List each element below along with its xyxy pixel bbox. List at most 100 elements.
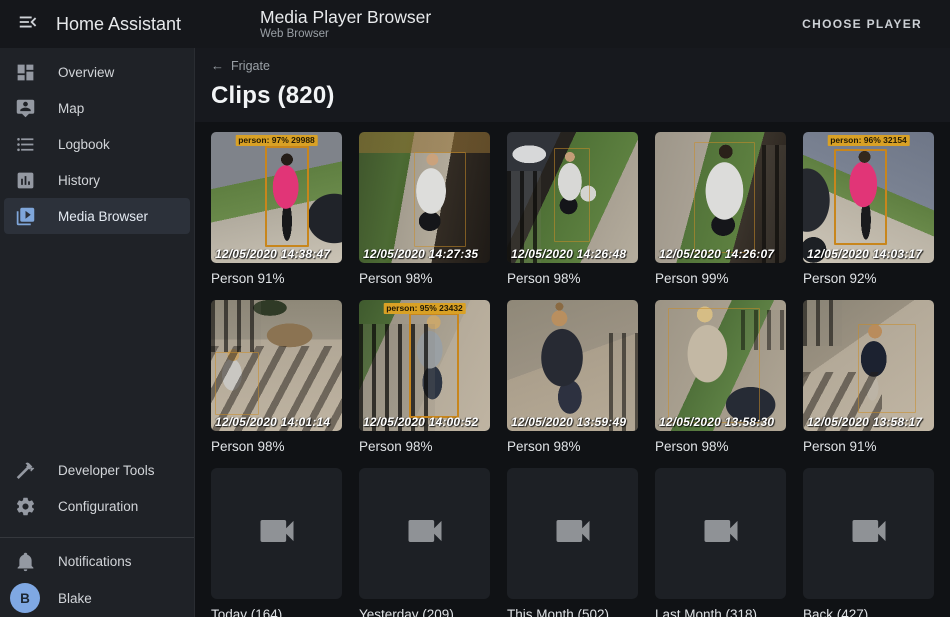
clip-tile[interactable]: 12/05/2020 13:59:49 Person 98%: [507, 300, 638, 468]
clip-timestamp: 12/05/2020 13:58:30: [659, 415, 774, 429]
clip-caption: Person 98%: [211, 439, 342, 458]
folder-thumbnail: [211, 468, 342, 599]
folder-tile-today[interactable]: Today (164): [211, 468, 342, 617]
clip-tile[interactable]: person: 96% 32154 12/05/2020 14:03:17 Pe…: [803, 132, 934, 300]
clip-caption: Person 91%: [211, 271, 342, 290]
folder-thumbnail: [507, 468, 638, 599]
clip-thumbnail: person: 96% 32154 12/05/2020 14:03:17: [803, 132, 934, 263]
folder-label: Yesterday (209): [359, 607, 490, 617]
clip-tile[interactable]: 12/05/2020 14:26:48 Person 98%: [507, 132, 638, 300]
play-box-multiple-icon: [13, 204, 37, 228]
sidebar-item-configuration[interactable]: Configuration: [4, 488, 190, 524]
detection-label: person: 97% 29988: [235, 135, 318, 146]
clip-thumbnail: 12/05/2020 14:27:35: [359, 132, 490, 263]
sidebar-item-user[interactable]: B Blake: [4, 579, 190, 617]
detection-label: person: 95% 23432: [383, 303, 466, 314]
detection-bbox: [668, 308, 760, 423]
content-header: ← Frigate Clips (820): [195, 48, 950, 122]
clip-thumbnail: 12/05/2020 14:01:14: [211, 300, 342, 431]
folder-tile-yesterday[interactable]: Yesterday (209): [359, 468, 490, 617]
page-heading: Clips (820): [211, 82, 934, 110]
clip-caption: Person 99%: [655, 271, 786, 290]
folder-thumbnail: [359, 468, 490, 599]
clip-tile[interactable]: 12/05/2020 13:58:30 Person 98%: [655, 300, 786, 468]
clip-tile[interactable]: person: 95% 23432 12/05/2020 14:00:52 Pe…: [359, 300, 490, 468]
video-camera-icon: [551, 509, 595, 558]
folder-label: Today (164): [211, 607, 342, 617]
top-app-bar: Home Assistant Media Player Browser Web …: [0, 0, 950, 48]
detection-bbox: [834, 149, 886, 245]
sidebar-item-overview[interactable]: Overview: [4, 54, 190, 90]
dashboard-icon: [13, 60, 37, 84]
scene-art: [803, 300, 842, 346]
scene-art: [762, 145, 786, 263]
clip-thumbnail: 12/05/2020 14:26:48: [507, 132, 638, 263]
sidebar-item-label: History: [58, 173, 100, 188]
breadcrumb-back-frigate[interactable]: ← Frigate: [211, 58, 270, 73]
bell-icon: [13, 549, 37, 573]
video-camera-icon: [403, 509, 447, 558]
sidebar-item-label: Configuration: [58, 499, 138, 514]
home-assistant-app: Home Assistant Media Player Browser Web …: [0, 0, 950, 617]
sidebar-item-notifications[interactable]: Notifications: [4, 543, 190, 579]
sidebar-item-media-browser[interactable]: Media Browser: [4, 198, 190, 234]
sidebar-toggle-button[interactable]: [8, 4, 48, 44]
folder-label: Last Month (318): [655, 607, 786, 617]
avatar: B: [10, 583, 40, 613]
clip-timestamp: 12/05/2020 13:59:49: [511, 415, 626, 429]
clip-thumbnail: 12/05/2020 13:58:17: [803, 300, 934, 431]
user-name: Blake: [58, 591, 92, 606]
clip-tile[interactable]: 12/05/2020 13:58:17 Person 91%: [803, 300, 934, 468]
sidebar-item-label: Media Browser: [58, 209, 148, 224]
hammer-icon: [13, 458, 37, 482]
menu-open-icon: [17, 11, 39, 38]
folder-tile-last-month[interactable]: Last Month (318): [655, 468, 786, 617]
clip-caption: Person 98%: [359, 271, 490, 290]
clip-caption: Person 91%: [803, 439, 934, 458]
clip-timestamp: 12/05/2020 14:00:52: [363, 415, 478, 429]
sidebar-item-history[interactable]: History: [4, 162, 190, 198]
clip-timestamp: 12/05/2020 14:27:35: [363, 247, 478, 261]
clip-tile[interactable]: person: 97% 29988 12/05/2020 14:38:47 Pe…: [211, 132, 342, 300]
chart-icon: [13, 168, 37, 192]
folder-tile-this-month[interactable]: This Month (502): [507, 468, 638, 617]
clip-tile[interactable]: 12/05/2020 14:26:07 Person 99%: [655, 132, 786, 300]
page-title-block: Media Player Browser Web Browser: [260, 7, 431, 41]
detection-bbox: [414, 152, 466, 248]
clip-caption: Person 98%: [507, 271, 638, 290]
clip-tile[interactable]: 12/05/2020 14:27:35 Person 98%: [359, 132, 490, 300]
folder-thumbnail: [655, 468, 786, 599]
app-title: Home Assistant: [56, 14, 181, 35]
detection-label: person: 96% 32154: [827, 135, 910, 146]
choose-player-button[interactable]: CHOOSE PLAYER: [796, 9, 928, 39]
clip-timestamp: 12/05/2020 14:38:47: [215, 247, 330, 261]
sidebar-item-developer-tools[interactable]: Developer Tools: [4, 452, 190, 488]
clip-tile[interactable]: 12/05/2020 14:01:14 Person 98%: [211, 300, 342, 468]
map-account-icon: [13, 96, 37, 120]
sidebar-item-logbook[interactable]: Logbook: [4, 126, 190, 162]
clip-caption: Person 98%: [655, 439, 786, 458]
sidebar-item-label: Logbook: [58, 137, 110, 152]
detection-bbox: [215, 352, 260, 415]
detection-bbox: [554, 148, 589, 242]
clip-thumbnail: 12/05/2020 13:58:30: [655, 300, 786, 431]
clip-thumbnail: person: 95% 23432 12/05/2020 14:00:52: [359, 300, 490, 431]
sidebar-item-map[interactable]: Map: [4, 90, 190, 126]
sidebar-item-label: Developer Tools: [58, 463, 155, 478]
scene-art: [211, 300, 261, 352]
gear-icon: [13, 494, 37, 518]
folder-tile-back[interactable]: Back (427): [803, 468, 934, 617]
media-browser-content: ← Frigate Clips (820) person: 97% 29988 …: [195, 48, 950, 617]
detection-bbox: [265, 146, 310, 247]
page-subtitle: Web Browser: [260, 28, 431, 41]
folder-thumbnail: [803, 468, 934, 599]
list-icon: [13, 132, 37, 156]
clip-caption: Person 92%: [803, 271, 934, 290]
clip-caption: Person 98%: [507, 439, 638, 458]
clip-timestamp: 12/05/2020 14:03:17: [807, 247, 922, 261]
folder-label: Back (427): [803, 607, 934, 617]
sidebar-divider: [0, 537, 194, 538]
clip-timestamp: 12/05/2020 14:01:14: [215, 415, 330, 429]
folder-label: This Month (502): [507, 607, 638, 617]
sidebar-header: Home Assistant: [0, 4, 195, 44]
